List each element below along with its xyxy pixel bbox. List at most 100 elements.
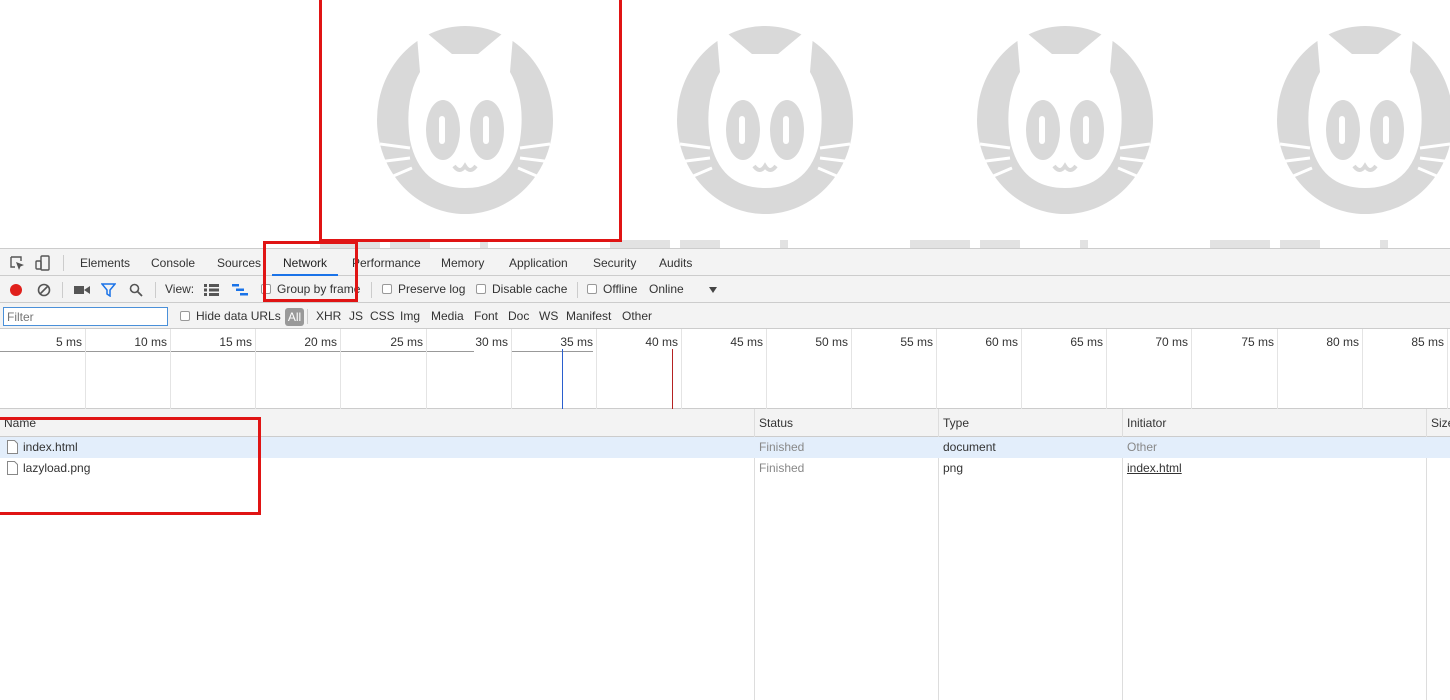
- request-type: png: [943, 461, 964, 475]
- hide-data-urls-label: Hide data URLs: [196, 309, 281, 323]
- tab-elements[interactable]: Elements: [80, 249, 130, 276]
- hide-data-urls-checkbox[interactable]: Hide data URLs: [180, 303, 281, 329]
- filter-type-doc[interactable]: Doc: [508, 303, 529, 329]
- timeline-tick-label: 15 ms: [219, 335, 252, 349]
- toolbar-divider: [62, 282, 63, 298]
- timeline-gridline: [1447, 329, 1448, 409]
- column-header-type[interactable]: Type: [939, 409, 1122, 437]
- watermark-text-graphic: [320, 240, 1388, 248]
- request-status: Finished: [759, 461, 805, 475]
- large-request-rows-icon[interactable]: [204, 284, 219, 296]
- filter-type-manifest[interactable]: Manifest: [566, 303, 611, 329]
- column-header-status[interactable]: Status: [755, 409, 938, 437]
- device-toolbar-icon[interactable]: [34, 254, 52, 272]
- chevron-down-icon: [709, 287, 717, 293]
- filter-divider: [307, 309, 308, 324]
- toolbar-divider: [577, 282, 578, 298]
- timeline-tick-label: 55 ms: [900, 335, 933, 349]
- tab-audits[interactable]: Audits: [659, 249, 692, 276]
- column-header-size[interactable]: Size: [1427, 409, 1450, 437]
- record-icon[interactable]: [9, 283, 23, 297]
- request-timing-bar: [511, 351, 593, 352]
- timeline-tick-label: 25 ms: [390, 335, 423, 349]
- timeline-tick-label: 70 ms: [1155, 335, 1188, 349]
- filter-type-ws[interactable]: WS: [539, 303, 558, 329]
- request-name[interactable]: lazyload.png: [23, 458, 90, 479]
- search-icon[interactable]: [129, 283, 143, 297]
- lazyload-placeholder-image: [377, 24, 553, 214]
- network-filter-bar: Hide data URLs All XHR JS CSS Img Media …: [0, 303, 1450, 329]
- tab-network[interactable]: Network: [272, 249, 339, 276]
- request-name[interactable]: index.html: [23, 437, 78, 458]
- disable-cache-checkbox[interactable]: Disable cache: [476, 276, 567, 303]
- clear-icon[interactable]: [37, 283, 51, 297]
- filter-type-js[interactable]: JS: [349, 303, 363, 329]
- timeline-tick-label: 10 ms: [134, 335, 167, 349]
- timeline-tick-label: 85 ms: [1411, 335, 1444, 349]
- disable-cache-label: Disable cache: [492, 282, 568, 296]
- filter-type-css[interactable]: CSS: [370, 303, 395, 329]
- filter-type-xhr[interactable]: XHR: [316, 303, 341, 329]
- timeline-gridline: [766, 329, 767, 409]
- timeline-gridline: [1362, 329, 1363, 409]
- document-file-icon: [7, 440, 18, 454]
- dom-content-loaded-marker: [562, 349, 563, 409]
- group-by-frame-label: Group by frame: [277, 282, 361, 296]
- group-by-frame-checkbox[interactable]: Group by frame: [261, 276, 360, 303]
- offline-checkbox[interactable]: Offline: [587, 276, 637, 303]
- timeline-gridline: [170, 329, 171, 409]
- filter-type-other[interactable]: Other: [622, 303, 652, 329]
- timeline-tick-label: 80 ms: [1326, 335, 1359, 349]
- timeline-gridline: [936, 329, 937, 409]
- timeline-gridline: [426, 329, 427, 409]
- column-header-name[interactable]: Name: [0, 409, 754, 437]
- timeline-gridline: [1106, 329, 1107, 409]
- filter-type-media[interactable]: Media: [431, 303, 464, 329]
- timeline-tick-label: 5 ms: [55, 335, 82, 349]
- timeline-tick-label: 40 ms: [645, 335, 678, 349]
- request-timing-bar: [0, 351, 474, 352]
- toolbar-divider: [155, 282, 156, 298]
- tab-sources[interactable]: Sources: [217, 249, 261, 276]
- load-event-marker: [672, 349, 673, 409]
- preserve-log-checkbox[interactable]: Preserve log: [382, 276, 465, 303]
- request-initiator-link[interactable]: index.html: [1127, 458, 1182, 479]
- filter-type-font[interactable]: Font: [474, 303, 498, 329]
- filter-icon[interactable]: [101, 283, 116, 297]
- network-toolbar: View: Group by frame Preserve log Disabl…: [0, 276, 1450, 303]
- timeline-gridline: [85, 329, 86, 409]
- devtools-tab-bar: Elements Console Sources Network Perform…: [0, 249, 1450, 276]
- timeline-tick-label: 20 ms: [304, 335, 337, 349]
- request-row[interactable]: lazyload.png Finished png index.html: [0, 458, 1450, 479]
- lazyload-placeholder-image: [977, 24, 1153, 214]
- capture-screenshots-icon[interactable]: [74, 284, 90, 296]
- timeline-overview[interactable]: 5 ms 10 ms 15 ms 20 ms 25 ms 30 ms 35 ms 40 ms 4…: [0, 329, 1450, 409]
- tab-performance[interactable]: Performance: [352, 249, 421, 276]
- column-header-initiator[interactable]: Initiator: [1123, 409, 1426, 437]
- checkbox-box[interactable]: [476, 284, 486, 294]
- timeline-tick-label: 45 ms: [730, 335, 763, 349]
- checkbox-box[interactable]: [180, 311, 190, 321]
- timeline-tick-label: 50 ms: [815, 335, 848, 349]
- filter-type-img[interactable]: Img: [400, 303, 420, 329]
- timeline-gridline: [511, 329, 512, 409]
- throttling-select[interactable]: Online: [649, 276, 721, 303]
- timeline-tick-label: 65 ms: [1070, 335, 1103, 349]
- inspect-element-icon[interactable]: [8, 254, 26, 272]
- checkbox-box[interactable]: [587, 284, 597, 294]
- tab-security[interactable]: Security: [593, 249, 636, 276]
- filter-type-all[interactable]: All: [285, 308, 304, 326]
- filter-input[interactable]: [3, 307, 168, 326]
- overview-waterfall-icon[interactable]: [232, 284, 248, 296]
- image-file-icon: [7, 461, 18, 475]
- request-row[interactable]: index.html Finished document Other: [0, 437, 1450, 458]
- timeline-gridline: [1277, 329, 1278, 409]
- checkbox-box[interactable]: [382, 284, 392, 294]
- tab-console[interactable]: Console: [151, 249, 195, 276]
- tab-memory[interactable]: Memory: [441, 249, 484, 276]
- tab-application[interactable]: Application: [509, 249, 568, 276]
- request-type: document: [943, 440, 996, 454]
- timeline-gridline: [851, 329, 852, 409]
- checkbox-box[interactable]: [261, 284, 271, 294]
- tab-bar-divider: [63, 255, 64, 271]
